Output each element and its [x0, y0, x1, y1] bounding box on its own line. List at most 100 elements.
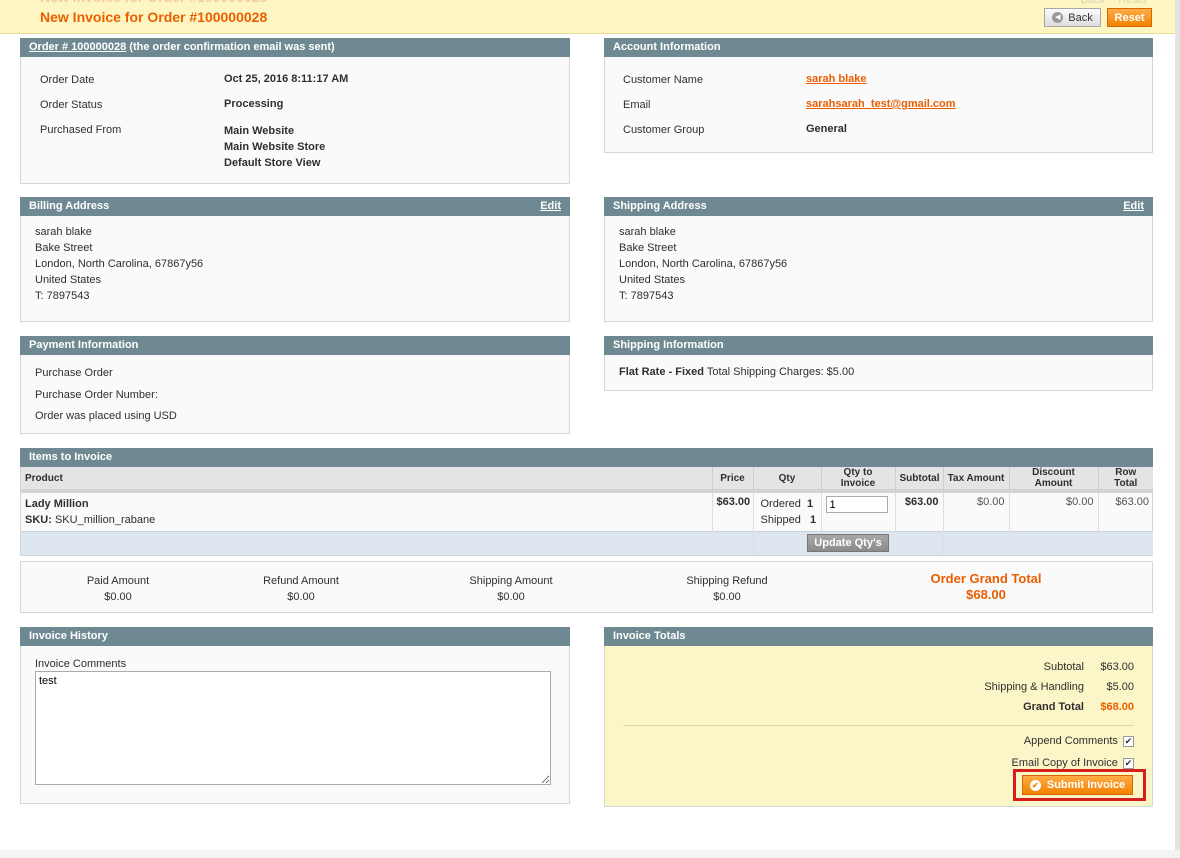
col-product: Product — [21, 467, 713, 493]
billing-line: T: 7897543 — [35, 290, 90, 302]
back-button[interactable]: ◀ Back — [1044, 8, 1101, 27]
totals-subtotal-value: $63.00 — [1100, 661, 1134, 673]
invoice-comments-label: Invoice Comments — [35, 658, 127, 670]
purchased-from-label: Purchased From — [40, 124, 122, 136]
paid-amount: Paid Amount $0.00 — [87, 573, 149, 605]
billing-line: United States — [35, 274, 102, 286]
shipping-amount: Shipping Amount $0.00 — [469, 573, 552, 605]
reset-button[interactable]: Reset — [1107, 8, 1152, 27]
customer-email-link[interactable]: sarahsarah_test@gmail.com — [806, 98, 956, 110]
totals-shipping-label: Shipping & Handling — [984, 681, 1084, 693]
items-box: Items to Invoice Product Price Qty Qty t… — [20, 448, 1153, 556]
ghost-reset: Reset — [1118, 0, 1147, 6]
qty-to-invoice-cell — [821, 491, 896, 532]
shipping-method: Flat Rate - Fixed — [619, 366, 704, 378]
totals-grand-label: Grand Total — [1023, 701, 1084, 713]
customer-group-label: Customer Group — [623, 124, 705, 136]
product-sku: SKU: SKU_million_rabane — [25, 512, 708, 528]
col-price: Price — [712, 467, 754, 493]
product-discount: $0.00 — [1009, 491, 1099, 532]
billing-address-title: Billing Address — [29, 200, 110, 212]
account-info-box: Account Information Customer Name sarah … — [604, 38, 1153, 153]
ghost-back: Back — [1080, 0, 1106, 6]
paid-amount-label: Paid Amount — [86, 575, 150, 587]
highlight-box — [1013, 769, 1146, 801]
col-subtotal: Subtotal — [895, 467, 944, 493]
shipping-edit-link[interactable]: Edit — [1123, 197, 1144, 216]
payment-info-body: Purchase Order Purchase Order Number: Or… — [20, 355, 570, 434]
refund-amount-value: $0.00 — [287, 591, 315, 603]
col-row-total: Row Total — [1098, 467, 1153, 493]
shipping-line: Bake Street — [619, 242, 677, 254]
refund-amount: Refund Amount $0.00 — [263, 573, 339, 605]
order-number-link[interactable]: Order # 100000028 — [29, 41, 126, 53]
back-arrow-icon: ◀ — [1052, 12, 1064, 23]
order-summary-box: Paid Amount $0.00 Refund Amount $0.00 Sh… — [20, 561, 1153, 613]
shipping-amount-value: $0.00 — [497, 591, 525, 603]
product-price: $63.00 — [712, 491, 754, 532]
store-name: Main Website Store — [224, 141, 326, 153]
order-grand-total-value: $68.00 — [966, 587, 1006, 602]
customer-name-link[interactable]: sarah blake — [806, 73, 867, 85]
account-info-header: Account Information — [604, 38, 1153, 57]
shipping-info-box: Shipping Information Flat Rate - Fixed T… — [604, 336, 1153, 391]
shipping-refund-label: Shipping Refund — [686, 575, 768, 587]
totals-divider — [623, 725, 1134, 726]
shipping-charges: Total Shipping Charges: $5.00 — [706, 366, 855, 378]
sku-value: SKU_million_rabane — [54, 514, 156, 526]
ghost-buttons: Back Reset — [1071, 0, 1147, 6]
page-title-ghost: New Invoice for Order #100000028 — [40, 0, 267, 5]
items-table: Product Price Qty Qty to Invoice Subtota… — [21, 467, 1153, 555]
purchased-from-value: Main Website Main Website Store Default … — [224, 123, 325, 171]
back-button-label: Back — [1068, 11, 1093, 24]
shipping-line: London, North Carolina, 67867y56 — [619, 258, 788, 270]
scrollbar-track[interactable] — [1175, 0, 1180, 858]
order-date-value: Oct 25, 2016 8:11:17 AM — [224, 73, 349, 85]
email-copy-checkbox[interactable]: ✔ — [1123, 757, 1134, 769]
order-info-box: Order # 100000028 (the order confirmatio… — [20, 38, 570, 184]
shipping-refund: Shipping Refund $0.00 — [686, 573, 767, 605]
shipping-line: T: 7897543 — [619, 290, 674, 302]
shipping-address-title: Shipping Address — [613, 200, 707, 212]
col-qty-to-invoice: Qty to Invoice — [821, 467, 896, 493]
paid-amount-value: $0.00 — [104, 591, 132, 603]
append-comments-label: Append Comments — [1023, 735, 1118, 747]
update-qty-button[interactable]: Update Qty's — [807, 534, 889, 552]
email-copy-label: Email Copy of Invoice — [1011, 757, 1118, 769]
product-row-total: $63.00 — [1115, 496, 1149, 508]
payment-method: Purchase Order — [35, 367, 113, 379]
order-grand-total: Order Grand Total $68.00 — [931, 571, 1042, 603]
refund-amount-label: Refund Amount — [263, 575, 339, 587]
items-footer-row: Update Qty's — [21, 531, 1153, 555]
billing-edit-link[interactable]: Edit — [540, 197, 561, 216]
col-tax: Tax Amount — [943, 467, 1010, 493]
store-view-name: Default Store View — [224, 157, 321, 169]
page-header: New Invoice for Order #100000028 Back Re… — [0, 0, 1175, 34]
qty-to-invoice-input[interactable] — [825, 496, 888, 513]
shipping-info-header: Shipping Information — [604, 336, 1153, 355]
billing-line: London, North Carolina, 67867y56 — [35, 258, 204, 270]
shipped-label: Shipped — [760, 514, 801, 526]
product-name: Lady Million — [25, 498, 89, 510]
shipping-amount-label: Shipping Amount — [469, 575, 553, 587]
invoice-totals-header: Invoice Totals — [604, 627, 1153, 646]
append-comments-checkbox[interactable]: ✔ — [1123, 735, 1134, 747]
customer-group-value: General — [806, 123, 847, 135]
email-label: Email — [623, 99, 651, 111]
totals-subtotal-label: Subtotal — [1043, 661, 1084, 673]
invoice-history-box: Invoice History Invoice Comments — [20, 627, 570, 804]
order-email-note: (the order confirmation email was sent) — [129, 41, 335, 53]
order-status-label: Order Status — [40, 99, 103, 111]
order-status-value: Processing — [224, 98, 284, 110]
billing-line: sarah blake — [35, 226, 92, 238]
shipping-line: United States — [619, 274, 686, 286]
purchase-order-number: Purchase Order Number: — [35, 388, 158, 401]
sku-label: SKU: — [25, 514, 52, 526]
billing-line: Bake Street — [35, 242, 93, 254]
shipping-address-header: Shipping Address Edit — [604, 197, 1153, 216]
shipping-info-body: Flat Rate - Fixed Total Shipping Charges… — [604, 355, 1153, 391]
payment-currency-note: Order was placed using USD — [35, 410, 177, 422]
ordered-qty: 1 — [806, 498, 814, 510]
shipping-address-body: sarah blake Bake Street London, North Ca… — [604, 216, 1153, 322]
invoice-comments-textarea[interactable] — [35, 671, 551, 785]
